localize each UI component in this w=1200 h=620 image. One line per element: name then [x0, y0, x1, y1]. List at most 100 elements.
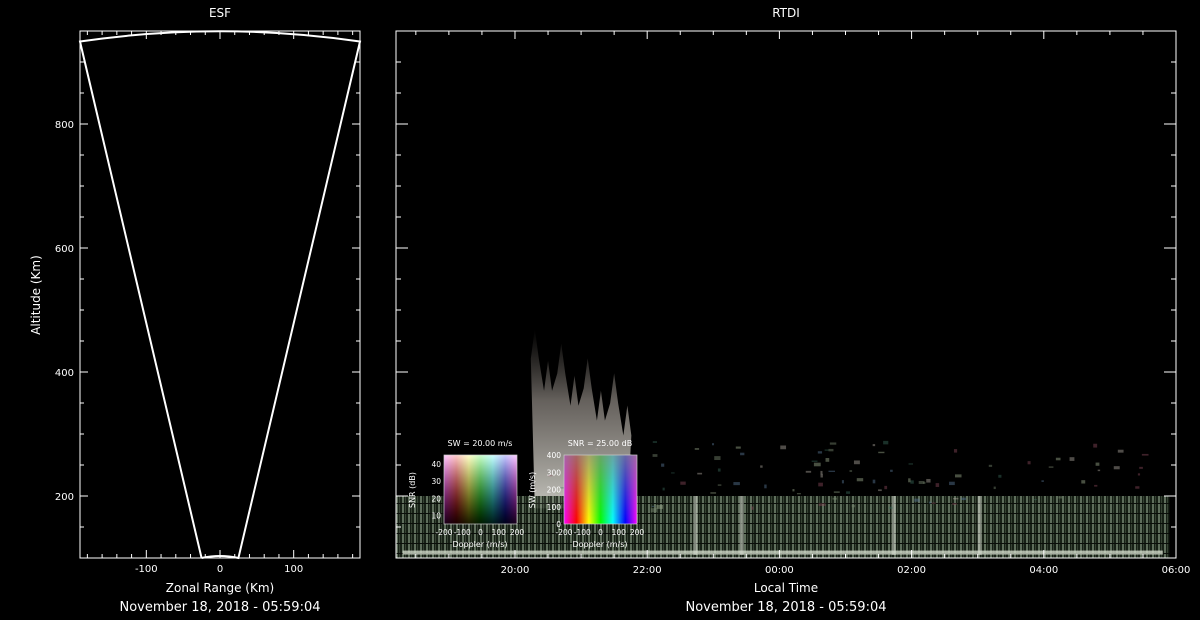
rtdi-speckle	[1141, 453, 1149, 456]
rtdi-speckle	[1097, 469, 1101, 472]
rtdi-speckle	[1095, 462, 1100, 466]
legend-y-tick-label: 200	[547, 486, 562, 495]
esf-y-tick-label: 200	[55, 492, 74, 503]
legend1-title: SW = 20.00 m/s	[448, 439, 513, 448]
legend1-y-label: SNR (dB)	[408, 472, 417, 508]
legend-y-tick-label: 20	[431, 494, 441, 503]
rtdi-speckle	[856, 478, 864, 482]
rtdi-speckle	[650, 508, 658, 513]
legend-x-tick-label: 100	[612, 528, 627, 537]
rtdi-speckle	[1093, 443, 1098, 448]
rtdi-speckle	[935, 483, 940, 487]
legend1-x-tick-labels: -200 -100 0 100 200	[435, 528, 524, 537]
rtdi-x-tick-label: 20:00	[501, 565, 530, 576]
rtdi-speckle	[818, 503, 826, 506]
rtdi-speckle	[914, 498, 920, 502]
rtdi-speckle	[1117, 449, 1124, 453]
rtdi-speckle	[751, 506, 754, 510]
rtdi-speckle	[853, 460, 860, 465]
legend-x-tick-label: 100	[492, 528, 507, 537]
legend2-saturation-overlay	[564, 455, 637, 524]
esf-y-tick-label: 800	[55, 120, 74, 131]
rtdi-speckle	[1094, 484, 1098, 487]
legend-x-tick-label: 0	[598, 528, 603, 537]
esf-y-tick-labels: 200 400 600 800	[55, 120, 74, 503]
rtdi-title: RTDI	[772, 6, 800, 20]
rtdi-speckle	[740, 452, 745, 456]
rtdi-x-tick-label: 02:00	[897, 565, 926, 576]
rtdi-speckle	[849, 470, 853, 472]
rtdi-layer-vertical-band	[693, 496, 698, 555]
rtdi-speckle	[813, 462, 821, 467]
legend-x-tick-label: -100	[574, 528, 591, 537]
legend2-title: SNR = 25.00 dB	[568, 439, 632, 448]
rtdi-speckle	[953, 449, 958, 453]
rtdi-speckle	[926, 478, 931, 483]
rtdi-speckle	[651, 505, 655, 507]
rtdi-speckle	[884, 485, 888, 490]
rtdi-speckle	[1081, 480, 1086, 484]
rtdi-speckle	[841, 480, 844, 484]
rtdi-speckle	[908, 478, 911, 483]
esf-plot-frame	[79, 30, 361, 559]
rtdi-speckle	[1048, 466, 1054, 468]
rtdi-speckle	[717, 484, 722, 486]
rtdi-speckle	[656, 504, 664, 509]
rtdi-speckle	[694, 448, 700, 450]
rtdi-speckle	[828, 448, 834, 452]
rtdi-speckle	[851, 504, 856, 508]
esf-y-tick-label: 600	[55, 244, 74, 255]
rtdi-speckle	[1113, 466, 1120, 470]
rtdi-speckle	[825, 458, 830, 462]
legend2-x-label: Doppler (m/s)	[572, 540, 627, 549]
rtdi-speckle	[1137, 473, 1141, 476]
rtdi-speckle	[954, 474, 962, 478]
legend-x-tick-label: 200	[630, 528, 645, 537]
rtdi-speckle	[908, 463, 914, 465]
rtdi-speckle	[710, 492, 717, 494]
rtdi-speckle	[1135, 486, 1140, 489]
legend-y-tick-label: 30	[431, 477, 441, 486]
rtdi-speckle	[714, 456, 721, 461]
esf-title: ESF	[209, 6, 231, 20]
rtdi-speckle	[652, 454, 658, 457]
legend-x-tick-label: 0	[478, 528, 483, 537]
rtdi-speckle	[824, 449, 829, 451]
rtdi-speckle	[711, 443, 715, 446]
legend-y-tick-label: 300	[547, 468, 562, 477]
rtdi-speckle	[928, 501, 932, 504]
rtdi-x-tick-label: 06:00	[1162, 565, 1191, 576]
legend-x-tick-label: -200	[435, 528, 452, 537]
rtdi-speckle	[953, 497, 959, 500]
legend-x-tick-label: -100	[454, 528, 471, 537]
rtdi-speckle	[735, 446, 741, 449]
rtdi-x-axis-label: Local Time	[754, 581, 818, 595]
esf-x-axis-label: Zonal Range (Km)	[166, 581, 274, 595]
esf-panel: ESF 200 400 600 800 -100 0 100 Zonal Range (K…	[29, 6, 362, 615]
rtdi-speckle	[811, 460, 818, 462]
rtdi-speckle	[1069, 457, 1075, 461]
esf-x-tick-label: -100	[135, 564, 158, 575]
rtdi-speckle	[764, 484, 767, 489]
legend-x-tick-label: 200	[510, 528, 525, 537]
rtdi-speckle	[833, 491, 840, 494]
rtdi-layer-vertical-band	[739, 496, 744, 555]
legend-y-tick-label: 10	[431, 512, 441, 521]
rtdi-speckle	[595, 448, 598, 450]
rtdi-speckle	[652, 441, 658, 443]
rtdi-speckle	[910, 480, 914, 484]
rtdi-speckle	[780, 445, 787, 450]
rtdi-speckle	[931, 502, 936, 504]
esf-y-tick-label: 400	[55, 368, 74, 379]
rtdi-speckle	[760, 465, 763, 468]
rtdi-speckle	[662, 487, 665, 491]
legend-y-tick-label: 40	[431, 460, 441, 469]
rtdi-speckle	[717, 468, 721, 472]
rtdi-layer-base-band	[402, 550, 1163, 555]
rtdi-speckle	[890, 469, 893, 472]
rtdi-speckle	[1058, 496, 1063, 499]
esf-x-tick-label: 0	[217, 564, 223, 575]
rtdi-speckle	[1034, 499, 1037, 501]
rtdi-speckle	[988, 464, 993, 467]
legend-y-tick-label: 400	[547, 451, 562, 460]
